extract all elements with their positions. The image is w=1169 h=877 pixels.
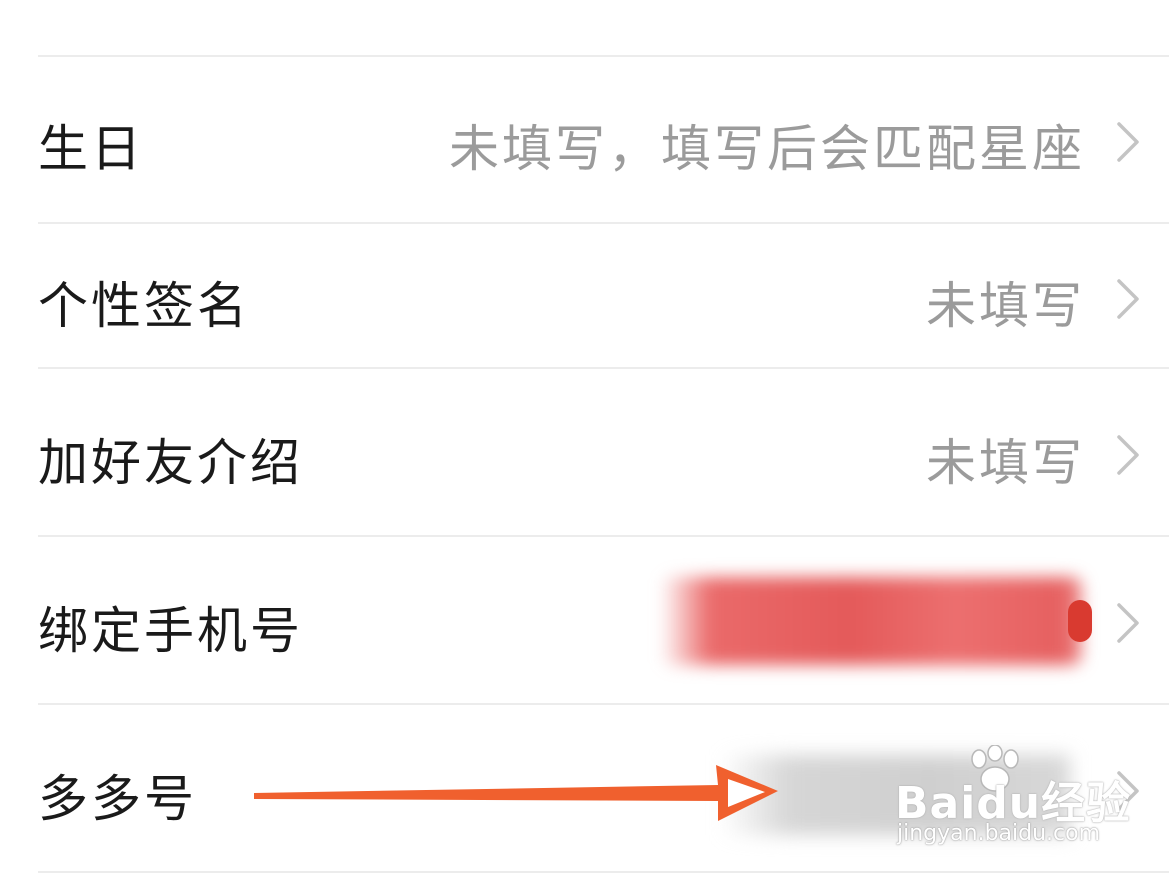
- row-signature[interactable]: 个性签名 未填写: [0, 224, 1169, 367]
- row-birthday-value: 未填写，填写后会匹配星座: [449, 120, 1085, 178]
- row-signature-label: 个性签名: [38, 277, 250, 335]
- row-signature-value: 未填写: [926, 277, 1085, 335]
- row-bind-phone-label: 绑定手机号: [38, 602, 303, 660]
- row-friend-intro-value: 未填写: [926, 434, 1085, 492]
- chevron-right-icon: [1117, 603, 1139, 643]
- arrow-right-icon: [254, 765, 778, 821]
- chevron-right-icon: [1117, 279, 1139, 319]
- row-friend-intro[interactable]: 加好友介绍 未填写: [0, 369, 1169, 535]
- divider: [38, 871, 1169, 873]
- chevron-right-icon: [1117, 435, 1139, 475]
- redacted-phone-edge: [1068, 600, 1092, 642]
- row-friend-intro-label: 加好友介绍: [38, 434, 303, 492]
- redacted-phone-number: [660, 577, 1082, 665]
- baidu-jingyan-watermark: Baidu经验 jingyan.baidu.com: [895, 745, 1130, 855]
- row-duoduo-id-label: 多多号: [38, 770, 197, 828]
- row-birthday-label: 生日: [38, 120, 144, 178]
- row-bind-phone[interactable]: 绑定手机号: [0, 537, 1169, 703]
- chevron-right-icon: [1117, 122, 1139, 162]
- watermark-url: jingyan.baidu.com: [897, 821, 1101, 846]
- row-birthday[interactable]: 生日 未填写，填写后会匹配星座: [0, 57, 1169, 222]
